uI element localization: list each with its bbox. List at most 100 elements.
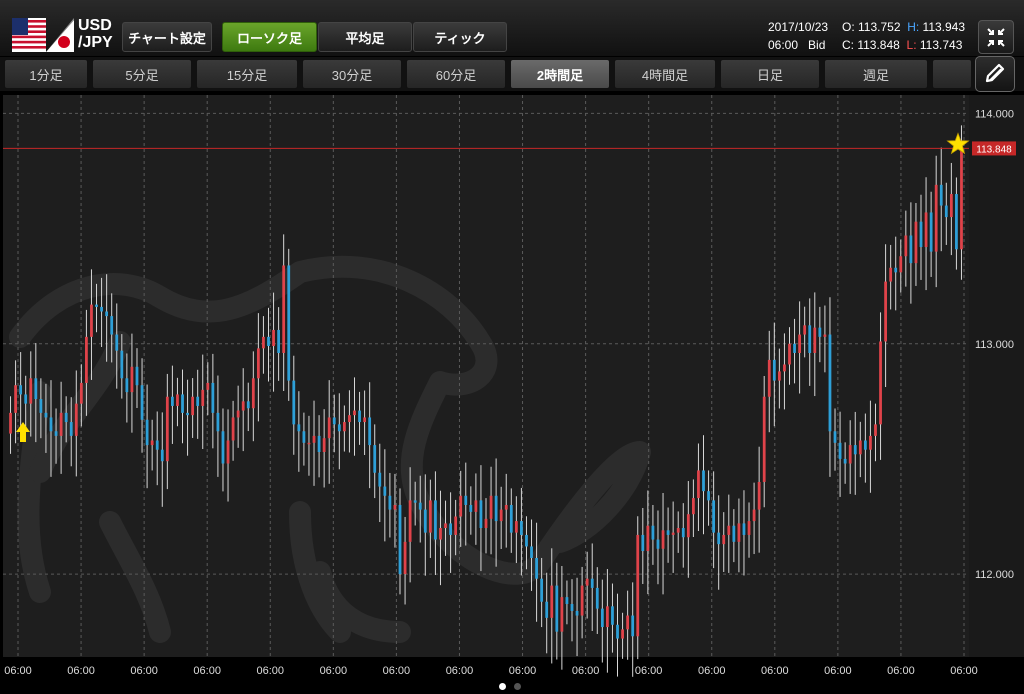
candle-body: [545, 601, 549, 618]
tab-daily[interactable]: 日足: [720, 59, 820, 89]
candle-body: [671, 532, 675, 535]
page-dot-active[interactable]: [499, 683, 506, 690]
candle-body: [171, 396, 174, 406]
candle-body: [408, 500, 412, 542]
tick-tab[interactable]: ティック: [413, 22, 507, 52]
candle-body: [818, 327, 822, 337]
candle-body: [869, 435, 872, 450]
tab-1min[interactable]: 1分足: [4, 59, 88, 89]
candle-body: [611, 606, 614, 625]
candle-body: [256, 348, 260, 379]
tab-15min[interactable]: 15分足: [196, 59, 298, 89]
candle-body: [105, 311, 109, 317]
candle-body: [793, 343, 796, 353]
candle-body: [535, 557, 538, 579]
candle-body: [530, 546, 533, 558]
candle-body: [211, 382, 215, 413]
candle-body: [19, 385, 23, 395]
candle-body: [863, 440, 867, 450]
candle-body: [600, 608, 604, 628]
candle-body: [44, 412, 48, 418]
tab-5min[interactable]: 5分足: [92, 59, 192, 89]
candle-body: [322, 438, 326, 453]
candle-body: [691, 498, 695, 515]
tab-2hour[interactable]: 2時間足: [510, 59, 610, 89]
tab-4hour[interactable]: 4時間足: [614, 59, 716, 89]
candle-body: [697, 470, 700, 499]
candle-body: [853, 445, 857, 455]
candle-body: [783, 364, 786, 372]
candle-body: [125, 378, 129, 393]
tab-60min[interactable]: 60分足: [406, 59, 506, 89]
x-axis-ticks: 06:00 06:00 06:00 06:00 06:00 06:00 06:00 06:00…: [4, 665, 978, 677]
x-tick-label: 06:00: [509, 665, 537, 677]
candle-body: [777, 371, 781, 381]
price-chart[interactable]: 114.000113.000112.000 06:00 06:00 06:00 06:…: [0, 92, 1024, 682]
candle-body: [848, 445, 852, 464]
page-dot[interactable]: [514, 683, 521, 690]
candle-body: [59, 412, 63, 436]
quote-ohlc: O: 113.752 H: 113.943 C: 113.848 L: 113.…: [842, 18, 965, 54]
candle-body: [378, 472, 382, 487]
candle-body: [79, 382, 83, 404]
candle-body: [666, 530, 670, 535]
candle-body: [944, 205, 948, 218]
candle-body: [570, 604, 574, 611]
candle-body: [955, 194, 958, 250]
x-tick-label: 06:00: [635, 665, 663, 677]
candle-body: [130, 366, 134, 393]
close-value: 113.848: [857, 38, 900, 52]
candle-body: [140, 385, 144, 420]
candle-body: [843, 458, 847, 464]
candle-body: [262, 336, 265, 349]
candle-body: [186, 412, 189, 416]
candle-body: [145, 419, 149, 446]
candle-body: [712, 500, 716, 533]
candle-body: [49, 417, 53, 432]
candle-body: [383, 486, 387, 496]
candle-body: [509, 504, 513, 533]
tab-overflow[interactable]: [932, 59, 972, 89]
candle-body: [155, 440, 159, 450]
x-tick-label: 06:00: [950, 665, 978, 677]
open-label: O:: [842, 20, 855, 34]
candlestick-tab[interactable]: ローソク足: [222, 22, 317, 52]
candle-body: [960, 150, 963, 250]
candle-body: [585, 578, 589, 586]
candle-body: [514, 521, 518, 533]
collapse-arrows-icon[interactable]: [978, 20, 1014, 54]
candle-body: [327, 417, 331, 439]
candle-body: [413, 500, 417, 503]
candle-body: [393, 504, 397, 510]
candle-body: [110, 316, 114, 335]
candle-body: [201, 389, 205, 406]
candle-body: [454, 516, 458, 535]
candle-body: [246, 401, 250, 409]
candle-body: [423, 509, 427, 533]
candle-body: [373, 445, 377, 473]
candle-body: [54, 431, 58, 436]
pencil-icon[interactable]: [975, 56, 1015, 92]
candle-body: [196, 396, 200, 406]
x-tick-label: 06:00: [446, 665, 474, 677]
candle-body: [702, 470, 705, 492]
candle-body: [221, 431, 225, 464]
candle-body: [69, 422, 73, 436]
y-tick-label: 114.000: [975, 108, 1014, 120]
tab-30min[interactable]: 30分足: [302, 59, 402, 89]
tab-weekly[interactable]: 週足: [824, 59, 928, 89]
high-value: 113.943: [922, 20, 966, 34]
candle-body: [115, 334, 119, 351]
candle-body: [176, 394, 179, 406]
candle-body: [277, 329, 281, 353]
low-value: 113.743: [919, 38, 963, 52]
candle-body: [686, 514, 690, 538]
candle-body: [29, 378, 33, 404]
quote-side: Bid: [808, 38, 826, 52]
candle-body: [656, 539, 660, 549]
candle-body: [788, 343, 791, 365]
candle-body: [474, 500, 478, 512]
candle-body: [884, 281, 887, 342]
chart-settings-button[interactable]: チャート設定: [122, 22, 212, 52]
heikin-ashi-tab[interactable]: 平均足: [318, 22, 412, 52]
